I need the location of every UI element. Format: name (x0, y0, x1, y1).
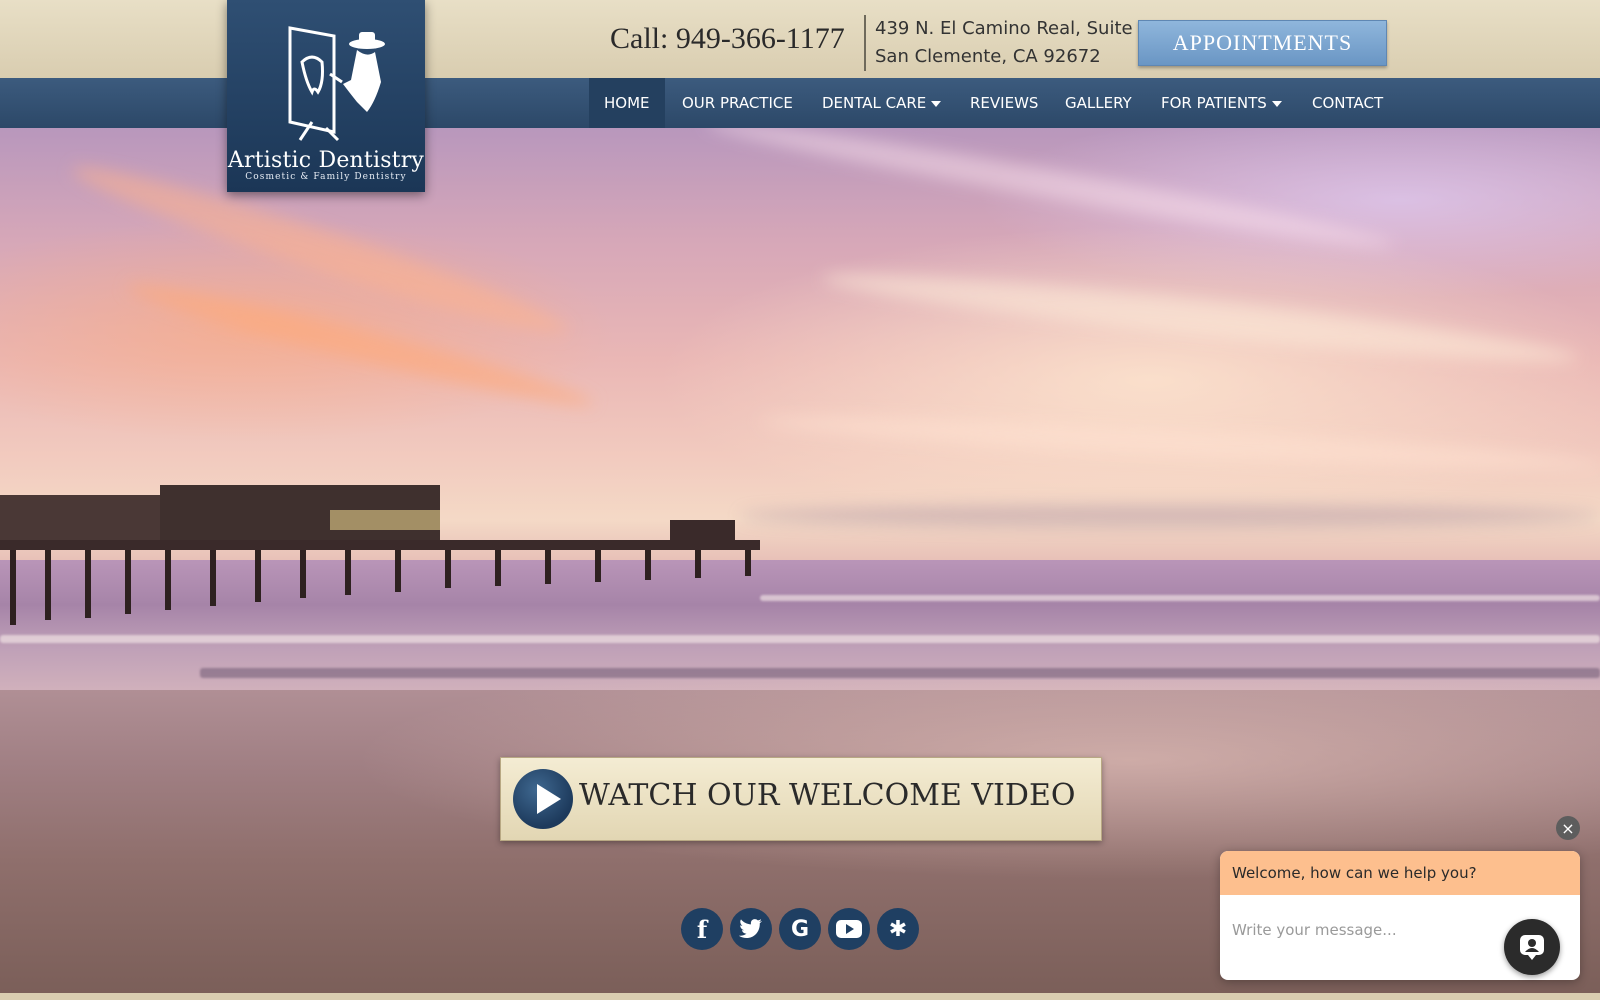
nav-item-home[interactable]: HOME (589, 78, 665, 128)
facebook-icon[interactable]: f (681, 908, 723, 950)
chat-avatar-icon (1520, 935, 1544, 960)
google-icon[interactable]: G (779, 908, 821, 950)
yelp-icon[interactable]: ✱ (877, 908, 919, 950)
chevron-down-icon (1271, 101, 1282, 107)
welcome-video-label: WATCH OUR WELCOME VIDEO (579, 778, 1076, 813)
nav-item-our-practice[interactable]: OUR PRACTICE (682, 78, 793, 128)
address-line-1: 439 N. El Camino Real, Suite E (875, 18, 1150, 39)
chat-launcher-button[interactable] (1504, 919, 1560, 975)
appointments-button[interactable]: APPOINTMENTS (1138, 20, 1387, 66)
artist-easel-icon (288, 26, 385, 142)
nav-item-for-patients[interactable]: FOR PATIENTS (1161, 78, 1282, 128)
youtube-icon[interactable] (828, 908, 870, 950)
play-icon (513, 769, 573, 829)
nav-item-dental-care[interactable]: DENTAL CARE (822, 78, 942, 128)
address-line-2: San Clemente, CA 92672 (875, 46, 1101, 67)
header-divider (864, 15, 866, 71)
twitter-icon[interactable] (730, 908, 772, 950)
logo[interactable]: Artistic Dentistry Cosmetic & Family Den… (227, 0, 425, 192)
phone-link[interactable]: Call: 949-366-1177 (610, 22, 845, 56)
nav-item-gallery[interactable]: GALLERY (1065, 78, 1132, 128)
chat-message-input[interactable]: Write your message... (1232, 921, 1397, 939)
nav-item-reviews[interactable]: REVIEWS (970, 78, 1038, 128)
logo-subtitle: Cosmetic & Family Dentistry (245, 172, 407, 182)
chevron-down-icon (931, 101, 942, 107)
chat-greeting: Welcome, how can we help you? (1220, 851, 1580, 895)
nav-item-contact[interactable]: CONTACT (1312, 78, 1383, 128)
footer-strip (0, 993, 1600, 1000)
logo-title: Artistic Dentistry (227, 148, 425, 173)
chat-close-icon[interactable]: × (1556, 816, 1580, 840)
welcome-video-button[interactable]: WATCH OUR WELCOME VIDEO (500, 757, 1102, 841)
